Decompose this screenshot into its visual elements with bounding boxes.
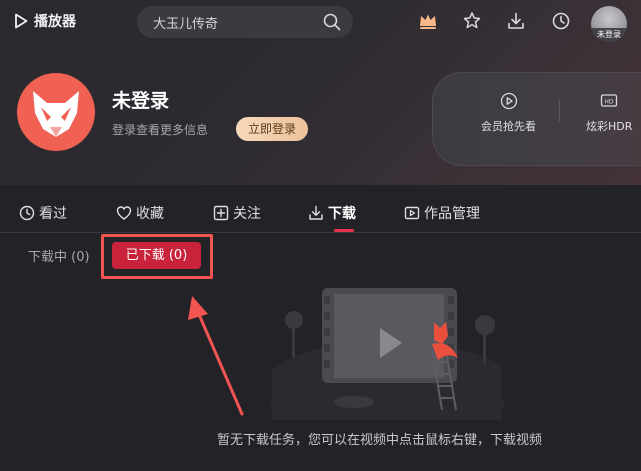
player-button[interactable]: 播放器 bbox=[14, 11, 76, 31]
vip-item-hdr[interactable]: HD 炫彩HDR bbox=[586, 92, 632, 134]
vip-item-label: 会员抢先看 bbox=[481, 120, 536, 133]
tab-label: 作品管理 bbox=[424, 206, 480, 222]
tab-favorites[interactable]: 收藏 bbox=[116, 203, 164, 223]
download-icon[interactable] bbox=[506, 11, 526, 31]
tab-downloads[interactable]: 下载 bbox=[308, 203, 356, 223]
tab-following[interactable]: 关注 bbox=[213, 203, 261, 223]
subtab-downloading[interactable]: 下载中 (0) bbox=[28, 246, 90, 265]
user-avatar[interactable]: 未登录 bbox=[591, 6, 627, 42]
tab-label: 收藏 bbox=[136, 206, 164, 222]
tab-label: 下载 bbox=[328, 206, 356, 222]
crown-icon[interactable] bbox=[418, 11, 438, 31]
download-icon bbox=[309, 205, 323, 220]
tab-label: 关注 bbox=[233, 206, 261, 222]
history-icon[interactable] bbox=[551, 11, 571, 31]
vip-item-label: 炫彩HDR bbox=[586, 120, 633, 133]
clock-icon bbox=[19, 205, 35, 221]
avatar-status-label: 未登录 bbox=[591, 28, 627, 42]
search-icon[interactable] bbox=[323, 13, 341, 31]
annotation-highlight-box bbox=[101, 234, 213, 279]
profile-avatar[interactable] bbox=[17, 73, 95, 151]
hdr-icon: HD bbox=[601, 94, 618, 107]
tab-label: 看过 bbox=[39, 206, 67, 222]
top-bar: 播放器 大玉儿传奇 未登录 bbox=[0, 0, 641, 44]
active-tab-indicator bbox=[334, 229, 354, 232]
video-icon bbox=[404, 206, 420, 220]
play-circle-icon bbox=[500, 92, 517, 110]
annotation-arrow-icon bbox=[188, 296, 244, 416]
heart-icon bbox=[116, 206, 132, 220]
tab-history[interactable]: 看过 bbox=[19, 203, 67, 223]
svg-text:HD: HD bbox=[605, 99, 615, 106]
divider bbox=[559, 100, 560, 122]
plus-square-icon bbox=[213, 205, 229, 221]
login-hint: 登录查看更多信息 bbox=[112, 123, 209, 137]
search-input[interactable]: 大玉儿传奇 bbox=[137, 6, 353, 38]
tab-works-management[interactable]: 作品管理 bbox=[404, 203, 480, 223]
fox-logo-icon bbox=[33, 91, 79, 137]
player-label: 播放器 bbox=[34, 14, 76, 30]
skin-icon[interactable] bbox=[462, 11, 482, 31]
username: 未登录 bbox=[112, 90, 170, 112]
vip-item-early-access[interactable]: 会员抢先看 bbox=[481, 92, 536, 134]
empty-state-message: 暂无下载任务，您可以在视频中点击鼠标右键，下载视频 bbox=[217, 433, 543, 448]
search-query: 大玉儿传奇 bbox=[153, 16, 219, 32]
play-icon bbox=[15, 13, 28, 29]
login-button[interactable]: 立即登录 bbox=[236, 117, 308, 141]
empty-state-illustration bbox=[269, 288, 505, 420]
